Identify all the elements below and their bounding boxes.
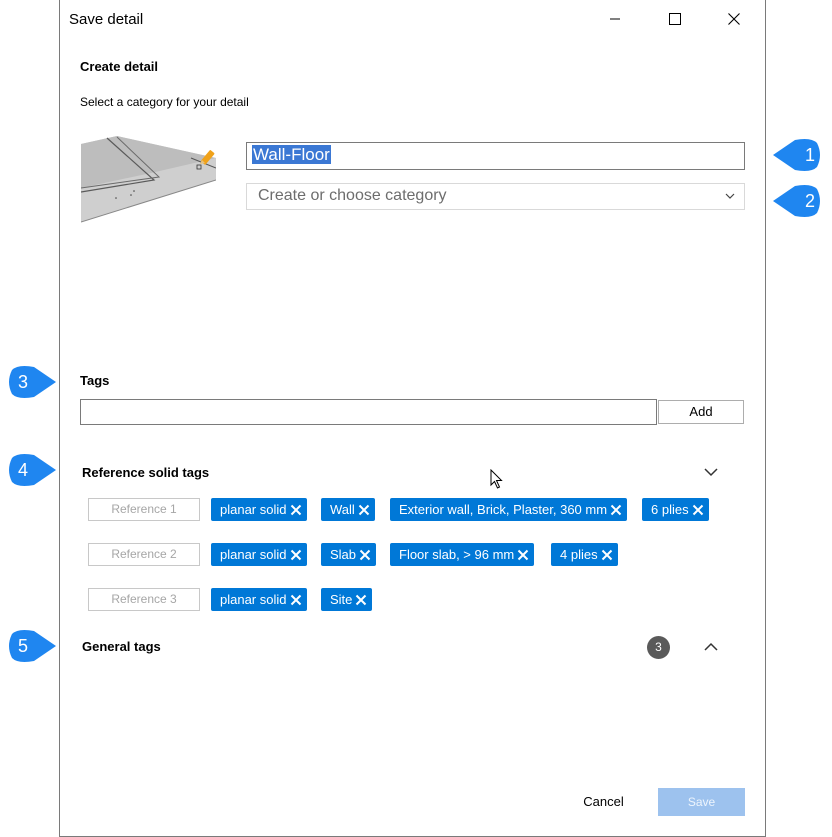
remove-tag-icon[interactable]	[290, 594, 302, 606]
mouse-cursor-icon	[490, 469, 503, 489]
callout-marker: 3	[0, 364, 60, 400]
chevron-up-icon	[704, 642, 718, 651]
tag-input[interactable]	[80, 399, 657, 425]
tag-chip: Floor slab, > 96 mm	[390, 543, 535, 566]
add-tag-button[interactable]: Add	[658, 400, 744, 424]
tag-chip: planar solid	[211, 498, 307, 521]
callout-marker: 5	[0, 628, 60, 664]
window-title: Save detail	[69, 11, 144, 28]
category-instruction: Select a category for your detail	[80, 95, 249, 109]
collapse-reference-tags-button[interactable]	[702, 463, 720, 486]
reference-3-button[interactable]: Reference 3	[88, 588, 200, 611]
tag-chip: 4 plies	[551, 543, 618, 566]
reference-2-button[interactable]: Reference 2	[88, 543, 200, 566]
remove-tag-icon[interactable]	[290, 549, 302, 561]
close-button[interactable]	[711, 0, 757, 38]
title-bar: Save detail	[60, 0, 765, 38]
tags-heading: Tags	[80, 373, 110, 388]
minimize-icon	[610, 18, 620, 20]
detail-name-input[interactable]: Wall-Floor	[246, 142, 745, 170]
detail-thumbnail	[81, 136, 216, 223]
callout-marker: 2	[773, 183, 832, 219]
reference-solid-tags-heading: Reference solid tags	[82, 465, 210, 480]
expand-general-tags-button[interactable]	[702, 638, 720, 661]
remove-tag-icon[interactable]	[290, 504, 302, 516]
maximize-button[interactable]	[652, 0, 698, 38]
tag-chip: Site	[321, 588, 373, 611]
minimize-button[interactable]	[592, 0, 638, 38]
detail-name-value: Wall-Floor	[252, 145, 331, 164]
tag-chip: Exterior wall, Brick, Plaster, 360 mm	[390, 498, 628, 521]
save-button[interactable]: Save	[658, 788, 745, 816]
category-placeholder: Create or choose category	[258, 187, 447, 204]
remove-tag-icon[interactable]	[358, 504, 370, 516]
tag-chip: Slab	[321, 543, 377, 566]
callout-marker: 4	[0, 452, 60, 488]
tag-chip: 6 plies	[642, 498, 709, 521]
remove-tag-icon[interactable]	[692, 504, 704, 516]
remove-tag-icon[interactable]	[355, 594, 367, 606]
chevron-down-icon	[725, 193, 735, 199]
close-icon	[728, 13, 740, 25]
maximize-icon	[669, 13, 681, 25]
save-detail-dialog: Save detail Create detail Select a categ…	[59, 0, 766, 837]
remove-tag-icon[interactable]	[601, 549, 613, 561]
cancel-button[interactable]: Cancel	[576, 788, 631, 816]
remove-tag-icon[interactable]	[517, 549, 529, 561]
tag-chip: planar solid	[211, 588, 307, 611]
tag-chip: Wall	[321, 498, 375, 521]
chevron-down-icon	[704, 468, 718, 477]
callout-marker: 1	[773, 137, 832, 173]
general-tags-count-badge: 3	[647, 636, 670, 659]
remove-tag-icon[interactable]	[359, 549, 371, 561]
general-tags-heading: General tags	[82, 639, 161, 654]
remove-tag-icon[interactable]	[610, 504, 622, 516]
create-detail-heading: Create detail	[80, 59, 159, 74]
reference-1-button[interactable]: Reference 1	[88, 498, 200, 521]
category-dropdown[interactable]: Create or choose category	[246, 183, 745, 210]
tag-chip: planar solid	[211, 543, 307, 566]
